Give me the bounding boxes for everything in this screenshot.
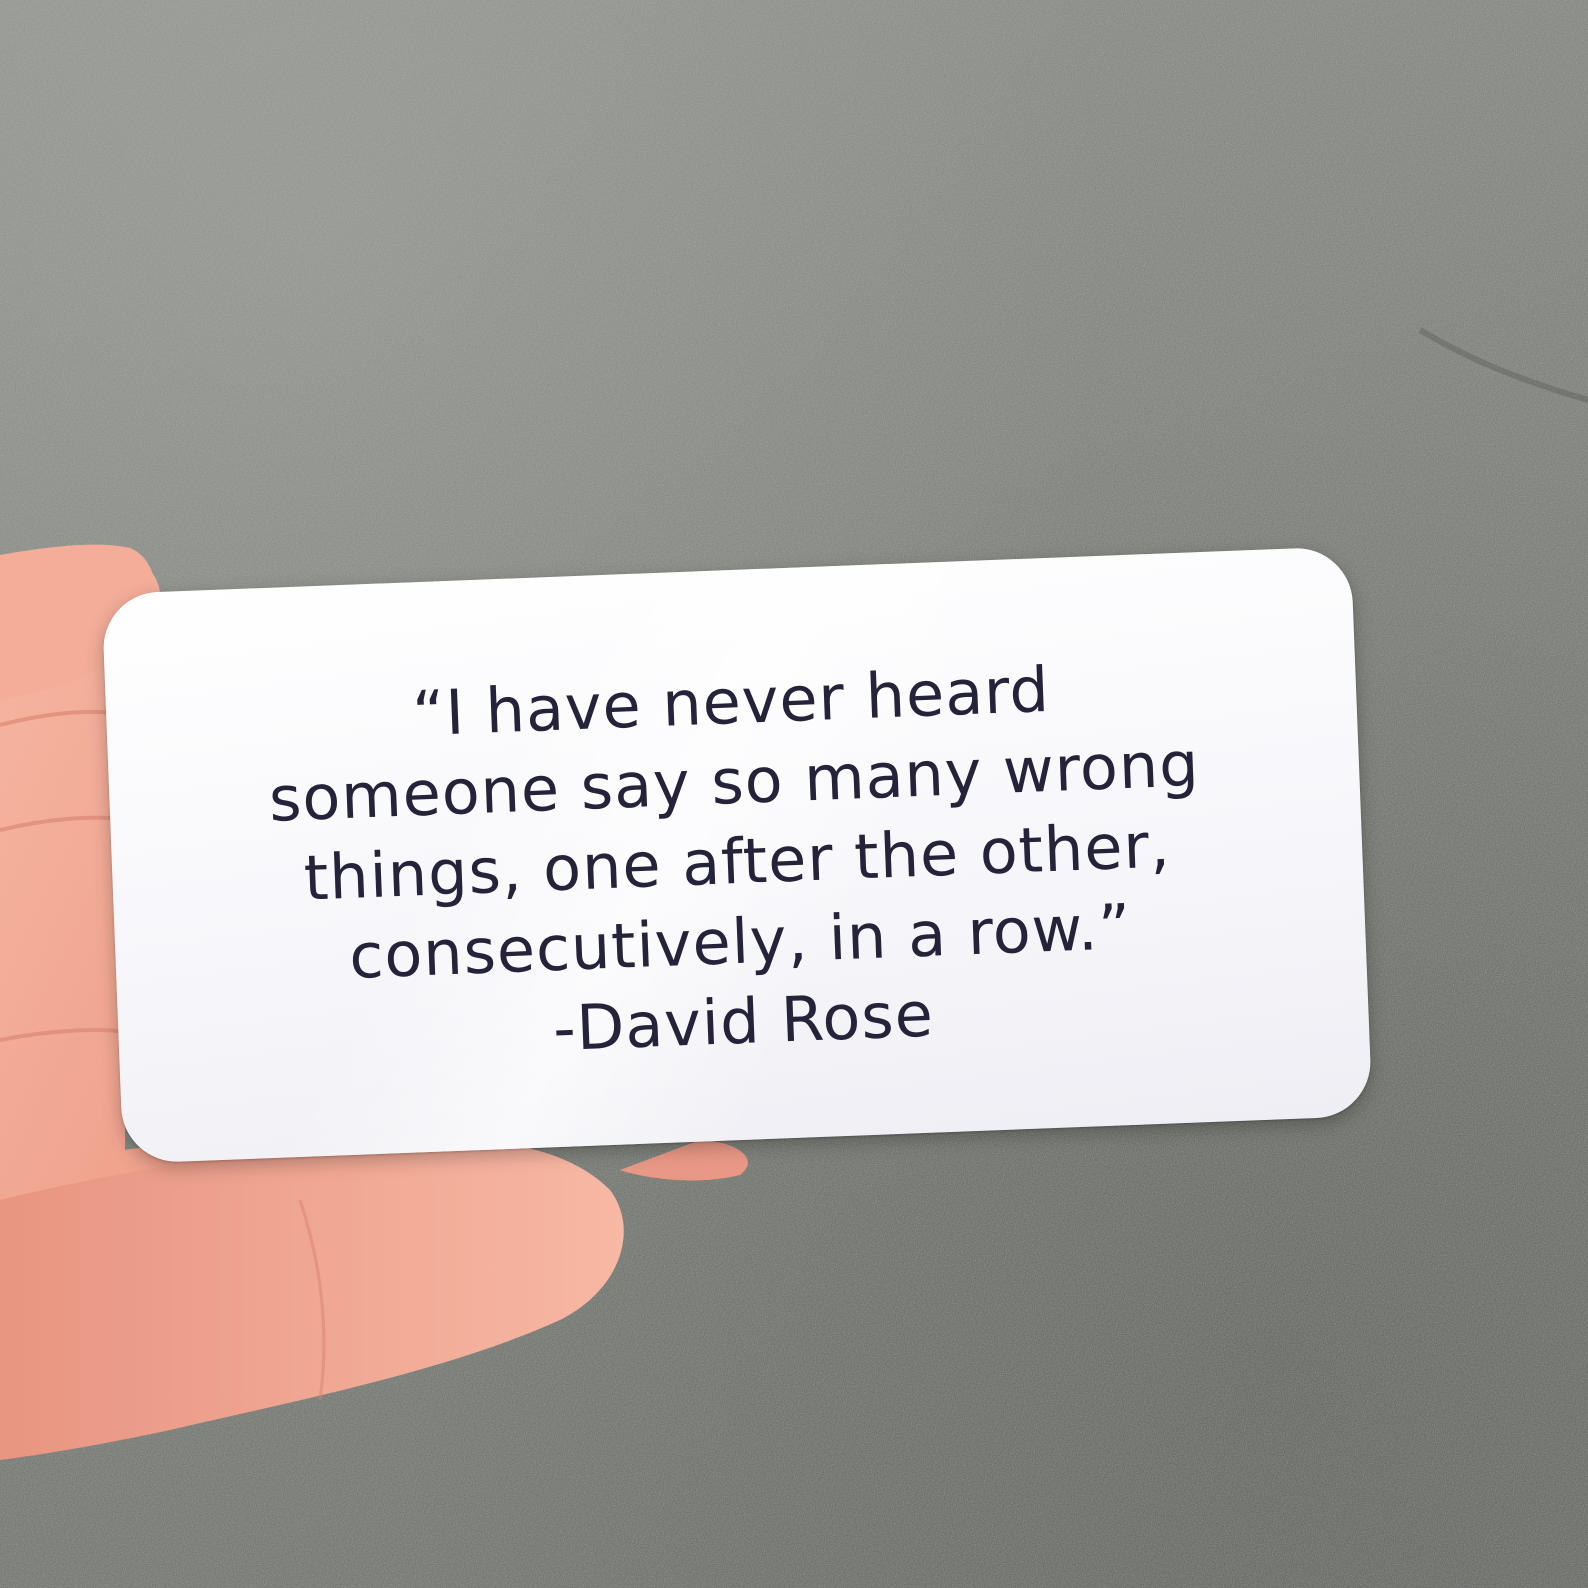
quote-text: “I have never heard someone say so many … (145, 640, 1329, 1085)
quote-sticker: “I have never heard someone say so many … (101, 546, 1373, 1164)
photo-scene: “I have never heard someone say so many … (0, 0, 1588, 1588)
